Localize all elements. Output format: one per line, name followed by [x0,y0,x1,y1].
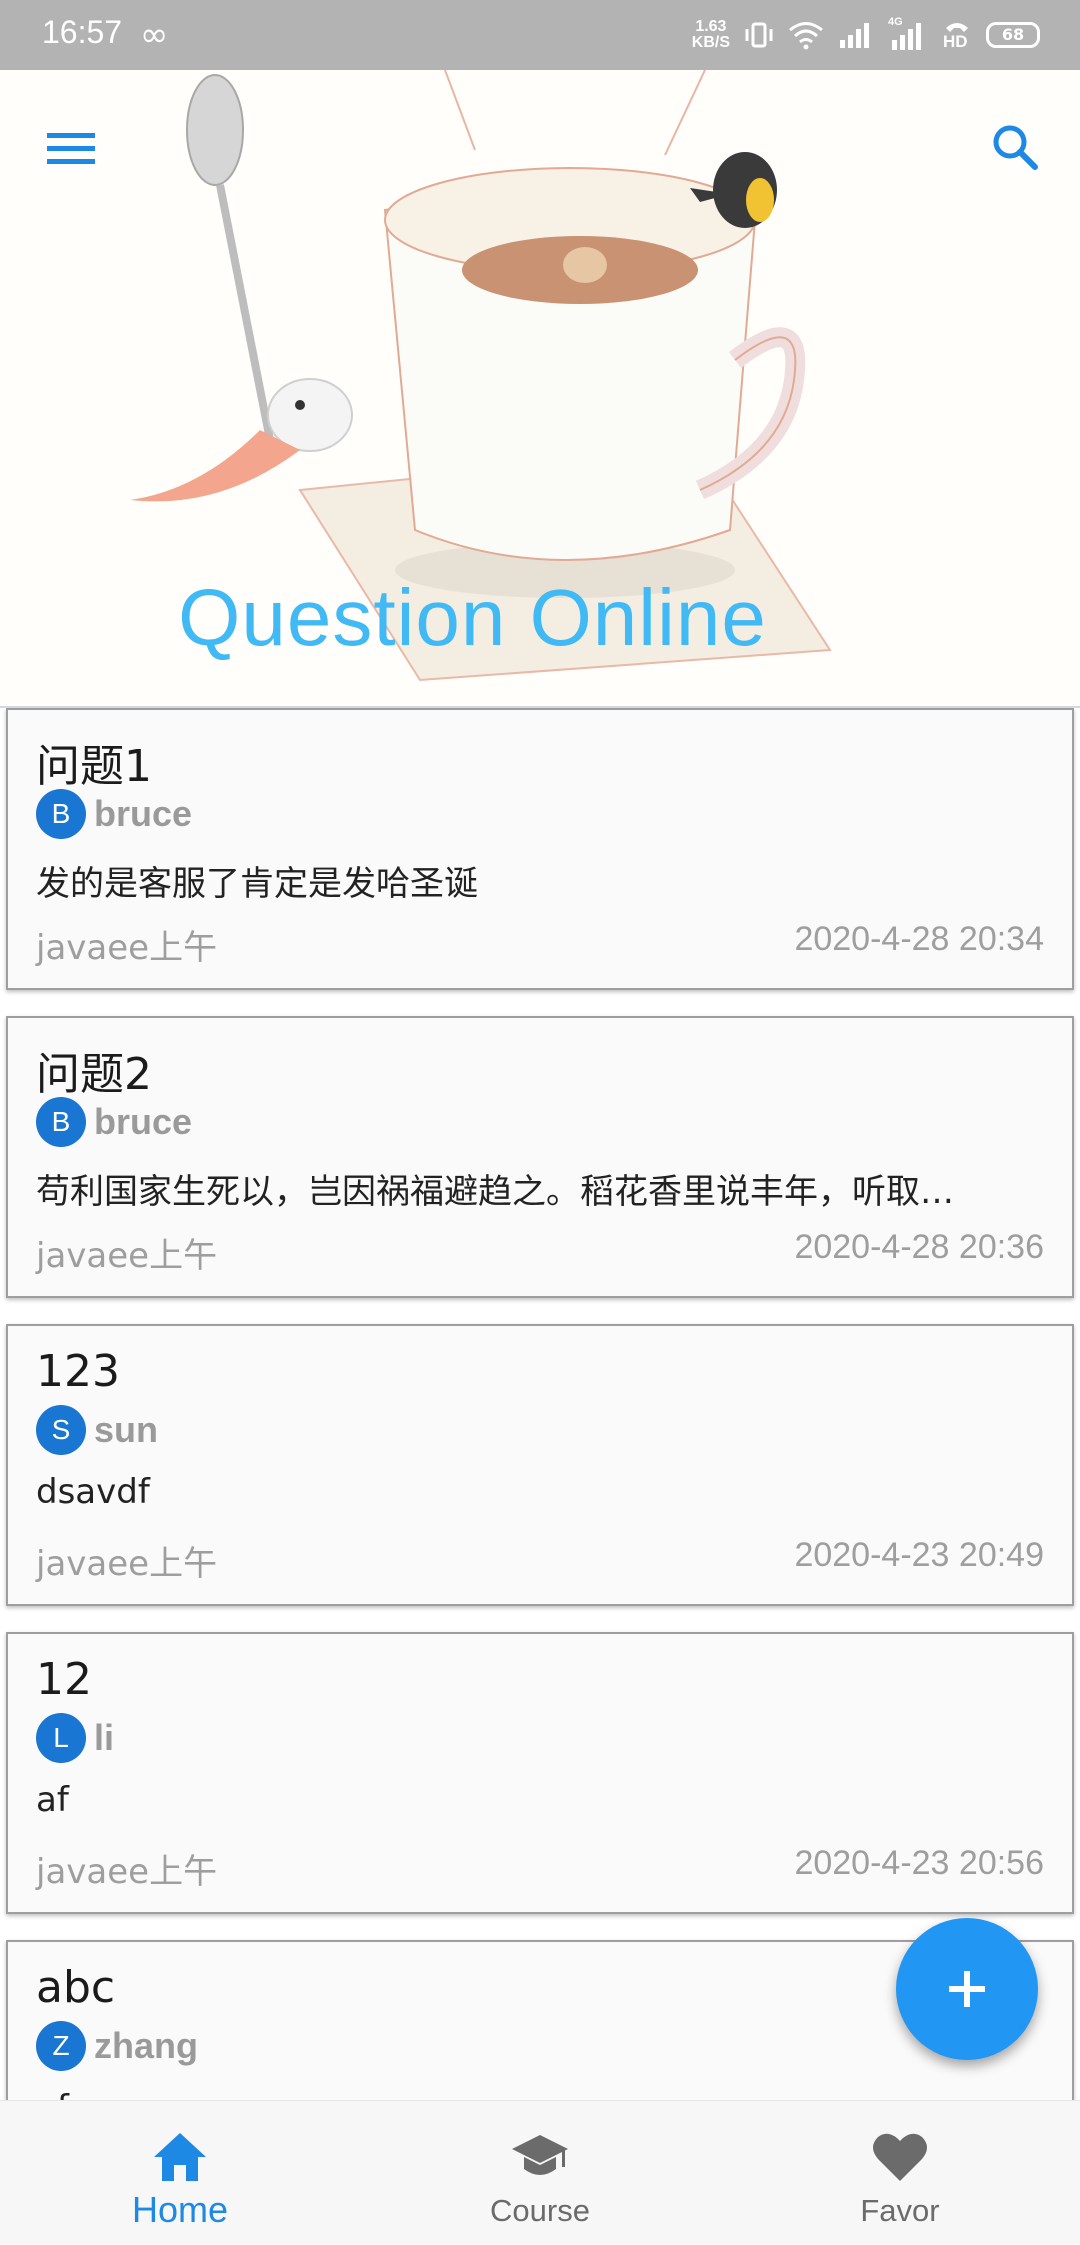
question-body: dsavdf [36,1472,150,1512]
author-name: zhang [94,2025,198,2066]
author-row: Z zhang [36,2020,198,2072]
avatar: B [36,789,86,839]
course-name: javaee上午 [36,1852,218,1892]
net-speed-unit: KB/S [691,34,730,51]
course-name: javaee上午 [36,928,218,968]
signal-icon [840,23,869,48]
question-title: 12 [36,1654,92,1705]
add-question-button[interactable] [896,1918,1038,2060]
course-name: javaee上午 [36,1236,218,1276]
course-name: javaee上午 [36,1544,218,1584]
question-card[interactable]: 问题2 B bruce 苟利国家生死以，岂因祸福避趋之。稻花香里说丰年，听取… … [6,1016,1074,1298]
menu-button[interactable] [40,118,102,180]
question-card[interactable]: 123 S sun dsavdf javaee上午 2020-4-23 20:4… [6,1324,1074,1606]
signal-4g: 4G [888,16,928,52]
author-name: bruce [94,793,193,834]
question-body: af [36,2088,1046,2100]
graduation-cap-icon [512,2135,568,2175]
question-title: abc [36,1962,116,2013]
header-banner: Question Online [0,70,1080,708]
question-body: 发的是客服了肯定是发哈圣诞 [36,864,478,904]
question-title: 123 [36,1346,120,1397]
author-row: B bruce [36,788,192,840]
question-title: 问题1 [36,741,152,792]
question-card[interactable]: 问题1 B bruce 发的是客服了肯定是发哈圣诞 javaee上午 2020-… [6,708,1074,990]
avatar: L [36,1713,86,1763]
hd-label: HD [943,32,968,51]
author-row: S sun [36,1404,158,1456]
vibrate-icon [745,22,773,48]
battery-icon: 68 [986,22,1040,48]
question-body: af [36,1780,69,1820]
question-title: 问题2 [36,1049,152,1100]
net-speed-value: 1.63 [695,18,727,35]
nav-home-label: Home [131,2189,229,2230]
avatar: S [36,1405,86,1455]
bottom-navigation: Home Course Favor [0,2100,1080,2244]
status-bar: 16:57 ∞ 1.63 KB/S 4G HD 68 [0,0,1080,70]
menu-icon [47,133,95,164]
search-icon [993,125,1038,170]
nav-course-label: Course [490,2193,590,2228]
heart-icon [873,2133,927,2181]
question-time: 2020-4-28 20:34 [794,920,1044,958]
author-name: bruce [94,1101,193,1142]
search-button[interactable] [982,114,1048,180]
author-name: li [94,1717,115,1758]
status-time: 16:57 [42,14,123,50]
question-time: 2020-4-23 20:49 [794,1536,1044,1574]
plus-icon [949,1971,985,2007]
author-name: sun [94,1409,159,1450]
nav-course[interactable]: Course [360,2101,720,2245]
question-list[interactable]: 问题1 B bruce 发的是客服了肯定是发哈圣诞 javaee上午 2020-… [0,708,1080,2100]
avatar: Z [36,2021,86,2071]
author-row: B bruce [36,1096,192,1148]
app-title: Question Online [178,573,767,662]
home-icon [154,2133,206,2181]
avatar: B [36,1097,86,1147]
question-body: 苟利国家生死以，岂因祸福避趋之。稻花香里说丰年，听取… [36,1172,954,1212]
question-time: 2020-4-23 20:56 [794,1844,1044,1882]
nav-home[interactable]: Home [0,2101,360,2245]
nav-favor[interactable]: Favor [720,2101,1080,2245]
nav-favor-label: Favor [860,2193,940,2228]
net-speed: 1.63 KB/S [692,19,730,51]
link-icon: ∞ [140,15,169,55]
question-time: 2020-4-28 20:36 [794,1228,1044,1266]
wifi-icon [789,22,823,50]
author-row: L li [36,1712,114,1764]
signal-4g-icon [892,23,921,50]
hd-voice: HD [942,18,972,52]
question-card[interactable]: 12 L li af javaee上午 2020-4-23 20:56 [6,1632,1074,1914]
status-icons: 1.63 KB/S 4G HD 68 [692,12,1040,58]
